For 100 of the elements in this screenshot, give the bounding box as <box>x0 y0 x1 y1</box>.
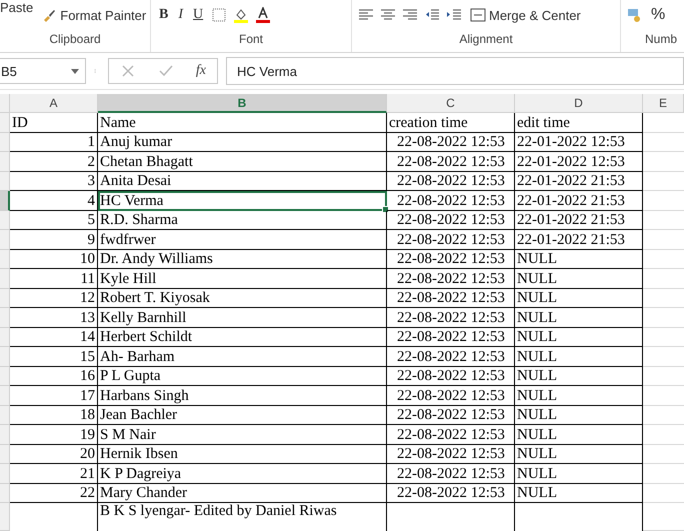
table-cell: 12 <box>80 290 95 307</box>
merge-center-button[interactable]: Merge & Center <box>468 4 583 26</box>
table-cell: NULL <box>517 329 557 346</box>
table-cell: 20 <box>80 446 95 463</box>
table-cell: 22-08-2022 12:53 <box>397 388 505 404</box>
table-cell: 1 <box>88 134 95 151</box>
table-cell: 16 <box>80 368 95 385</box>
table-cell: 22-08-2022 12:53 <box>397 466 505 482</box>
table-cell: 15 <box>80 348 95 366</box>
name-box[interactable]: B5 <box>0 58 86 84</box>
table-cell: 3 <box>88 173 95 190</box>
table-cell: 22-08-2022 12:53 <box>397 192 505 210</box>
select-all-corner[interactable] <box>0 94 10 113</box>
table-cell: 22-08-2022 12:53 <box>397 154 505 170</box>
font-style-button[interactable]: U <box>191 4 206 26</box>
caret-icon[interactable] <box>71 68 79 74</box>
table-cell: P L Gupta <box>100 368 161 385</box>
table-cell: 22-01-2022 21:53 <box>517 232 625 248</box>
table-cell: 19 <box>80 426 95 444</box>
borders-icon[interactable] <box>211 7 228 23</box>
table-cell: NULL <box>517 310 557 326</box>
table-cell: creation time <box>389 114 468 132</box>
fill-handle[interactable] <box>382 206 389 212</box>
table-cell: 13 <box>80 310 95 326</box>
table-cell: 4 <box>88 192 95 210</box>
percent-button[interactable]: % <box>649 4 668 26</box>
table-cell: 22-01-2022 21:53 <box>517 212 625 229</box>
table-cell: 22-08-2022 12:53 <box>397 485 505 502</box>
table-cell: Kyle Hill <box>100 270 156 288</box>
table-cell: 22-01-2022 12:53 <box>517 154 625 170</box>
formula-field[interactable]: HC Verma <box>226 57 684 85</box>
table-cell: 22-01-2022 21:53 <box>517 192 625 210</box>
table-cell: 14 <box>80 329 95 346</box>
table-cell: 18 <box>80 407 95 424</box>
table-cell: NULL <box>517 426 557 444</box>
table-cell: NULL <box>517 270 557 288</box>
table-cell: NULL <box>517 407 557 424</box>
table-cell: 22-08-2022 12:53 <box>397 446 505 463</box>
table-cell: 22-08-2022 12:53 <box>397 426 505 444</box>
table-cell: 17 <box>80 388 95 404</box>
table-cell: 22-08-2022 12:53 <box>397 290 505 307</box>
table-cell: NULL <box>517 388 557 404</box>
merge-icon <box>470 7 486 23</box>
column-header[interactable]: B <box>98 94 387 113</box>
table-cell: 21 <box>80 466 95 482</box>
table-cell: 22-08-2022 12:53 <box>397 173 505 190</box>
table-cell: NULL <box>517 485 557 502</box>
column-header[interactable]: C <box>387 94 515 113</box>
table-cell: edit time <box>517 114 570 132</box>
table-cell: NULL <box>517 348 557 366</box>
fill-color-icon[interactable] <box>233 7 250 23</box>
table-cell: Chetan Bhagatt <box>100 154 193 170</box>
table-cell: 22-08-2022 12:53 <box>397 368 505 385</box>
table-cell: Mary Chander <box>100 485 188 502</box>
table-cell: 22-08-2022 12:53 <box>397 270 505 288</box>
table-cell: 22-08-2022 12:53 <box>397 348 505 366</box>
row-header[interactable] <box>0 191 10 210</box>
table-cell: 2 <box>88 154 95 170</box>
table-cell: Robert T. Kiyosak <box>100 290 210 307</box>
group-label: Font <box>238 31 264 48</box>
table-cell: S M Nair <box>100 426 156 444</box>
table-cell: Ah- Barham <box>100 348 175 366</box>
table-cell: 22-08-2022 12:53 <box>397 212 505 229</box>
table-cell: Name <box>100 114 136 132</box>
table-cell: 11 <box>80 270 95 288</box>
font-color-icon[interactable] <box>255 7 272 23</box>
table-cell: 22-08-2022 12:53 <box>397 251 505 268</box>
paste-button[interactable]: Paste <box>0 0 34 15</box>
table-cell: Dr. Andy Williams <box>100 251 213 268</box>
table-cell: Kelly Barnhill <box>100 310 186 326</box>
table-cell: fwdfrwer <box>100 232 156 248</box>
table-cell: Anita Desai <box>100 173 172 190</box>
font-style-button[interactable]: B <box>157 4 170 26</box>
table-cell: 22-08-2022 12:53 <box>397 407 505 424</box>
group-label: Numb <box>644 31 678 48</box>
table-cell: ID <box>12 114 28 132</box>
check-icon[interactable] <box>158 63 174 79</box>
table-cell: 22-01-2022 12:53 <box>517 134 625 151</box>
column-header[interactable]: E <box>643 94 684 113</box>
table-cell: 22-01-2022 21:53 <box>517 173 625 190</box>
table-cell: Anuj kumar <box>100 134 172 151</box>
table-cell: 9 <box>88 232 95 248</box>
table-cell: Herbert Schildt <box>100 329 192 346</box>
table-cell: K P Dagreiya <box>100 466 182 482</box>
font-style-button[interactable]: I <box>176 4 186 26</box>
insert-function-button[interactable]: fx <box>196 63 206 79</box>
table-cell: R.D. Sharma <box>100 212 178 229</box>
column-header[interactable]: A <box>10 94 98 113</box>
currency-icon[interactable] <box>627 7 643 23</box>
group-label: Alignment <box>458 31 514 48</box>
table-cell: NULL <box>517 466 557 482</box>
table-cell: Hernik Ibsen <box>100 446 178 463</box>
table-cell: NULL <box>517 251 557 268</box>
table-cell: 5 <box>88 212 95 229</box>
table-cell: 22-08-2022 12:53 <box>397 329 505 346</box>
table-cell: 22-08-2022 12:53 <box>397 310 505 326</box>
column-header[interactable]: D <box>515 94 643 113</box>
group-label: Clipboard <box>48 31 102 48</box>
cancel-icon[interactable] <box>120 63 136 79</box>
format-painter-button[interactable]: Format Painter <box>39 4 148 26</box>
